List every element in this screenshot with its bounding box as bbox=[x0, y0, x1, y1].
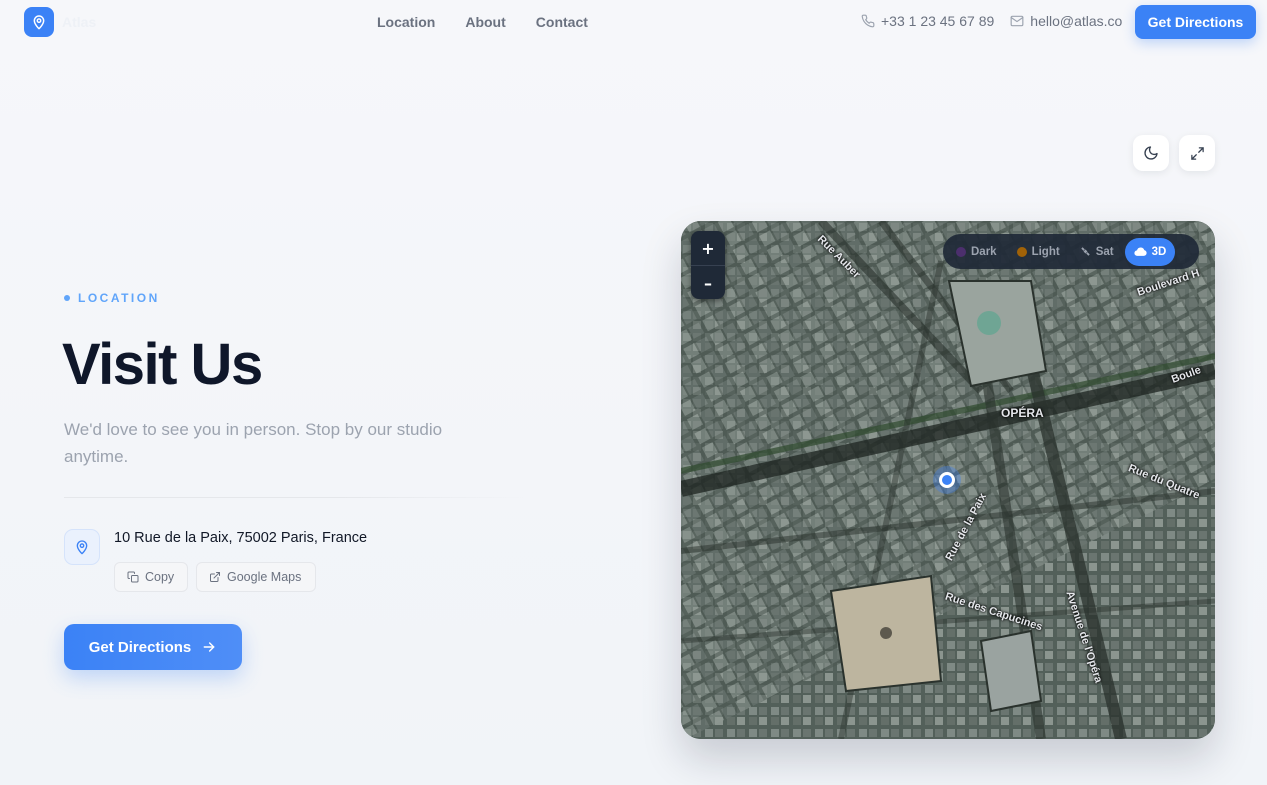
theme-toggle-button[interactable] bbox=[1133, 135, 1169, 171]
page-title: Visit Us bbox=[62, 332, 263, 397]
style-sat-label: Sat bbox=[1095, 245, 1114, 258]
copy-icon bbox=[127, 571, 139, 583]
google-maps-button[interactable]: Google Maps bbox=[196, 562, 316, 592]
style-dark-button[interactable]: Dark bbox=[947, 238, 1006, 266]
style-light-label: Light bbox=[1031, 245, 1060, 258]
style-sat-button[interactable]: Sat bbox=[1071, 238, 1123, 266]
style-3d-button[interactable]: 3D bbox=[1124, 237, 1176, 266]
dark-swatch-icon bbox=[956, 246, 966, 257]
fullscreen-button[interactable] bbox=[1179, 135, 1215, 171]
email-address: hello@atlas.co bbox=[1030, 13, 1123, 29]
map-view[interactable]: OPÉRA Boulevard H Boule Rue du Quatre Ru… bbox=[681, 221, 1215, 739]
satellite-icon bbox=[1080, 247, 1090, 256]
phone-link[interactable]: +33 1 23 45 67 89 bbox=[861, 13, 994, 29]
email-link[interactable]: hello@atlas.co bbox=[1010, 13, 1122, 29]
copy-address-button[interactable]: Copy bbox=[114, 562, 188, 592]
location-marker[interactable] bbox=[939, 472, 955, 488]
map-pin-icon bbox=[76, 540, 88, 555]
phone-icon bbox=[861, 14, 875, 28]
light-swatch-icon bbox=[1016, 246, 1027, 257]
style-light-button[interactable]: Light bbox=[1008, 238, 1069, 266]
cloud-icon bbox=[1133, 247, 1147, 256]
map-label-opera: OPÉRA bbox=[1001, 406, 1044, 420]
nav-contact[interactable]: Contact bbox=[536, 14, 588, 30]
zoom-out-button[interactable]: – bbox=[691, 266, 725, 299]
site-header: Atlas Location About Contact +33 1 23 45… bbox=[0, 0, 1267, 44]
zoom-in-button[interactable]: + bbox=[691, 231, 725, 265]
section-eyebrow: LOCATION bbox=[64, 291, 160, 305]
moon-icon bbox=[1144, 146, 1158, 160]
external-link-icon bbox=[210, 572, 220, 582]
style-dark-label: Dark bbox=[971, 245, 997, 258]
eyebrow-dot bbox=[64, 295, 70, 301]
nav-location[interactable]: Location bbox=[377, 14, 435, 30]
phone-number: +33 1 23 45 67 89 bbox=[881, 13, 995, 29]
page-subtitle: We'd love to see you in person. Stop by … bbox=[64, 420, 443, 466]
map-pin-icon bbox=[33, 15, 45, 30]
address-icon-badge bbox=[64, 529, 100, 565]
copy-label: Copy bbox=[145, 570, 175, 584]
divider bbox=[64, 497, 524, 498]
style-3d-label: 3D bbox=[1151, 245, 1167, 258]
arrow-right-icon bbox=[203, 642, 215, 652]
main-nav: Location About Contact bbox=[377, 14, 588, 30]
logo[interactable] bbox=[24, 7, 54, 37]
brand-name: Atlas bbox=[62, 14, 97, 30]
map-style-switcher: Dark Light Sat 3D bbox=[943, 234, 1199, 269]
eyebrow-text: LOCATION bbox=[78, 291, 160, 305]
google-maps-label: Google Maps bbox=[227, 570, 302, 584]
nav-about[interactable]: About bbox=[465, 14, 505, 30]
mail-icon bbox=[1010, 15, 1024, 27]
get-directions-button[interactable]: Get Directions bbox=[64, 624, 242, 670]
header-get-directions-button[interactable]: Get Directions bbox=[1135, 5, 1256, 39]
expand-icon bbox=[1190, 146, 1204, 160]
address-text: 10 Rue de la Paix, 75002 Paris, France bbox=[114, 530, 368, 546]
contact-info: +33 1 23 45 67 89 hello@atlas.co bbox=[861, 13, 1122, 29]
zoom-controls: + – bbox=[691, 231, 725, 299]
get-directions-label: Get Directions bbox=[88, 638, 192, 656]
